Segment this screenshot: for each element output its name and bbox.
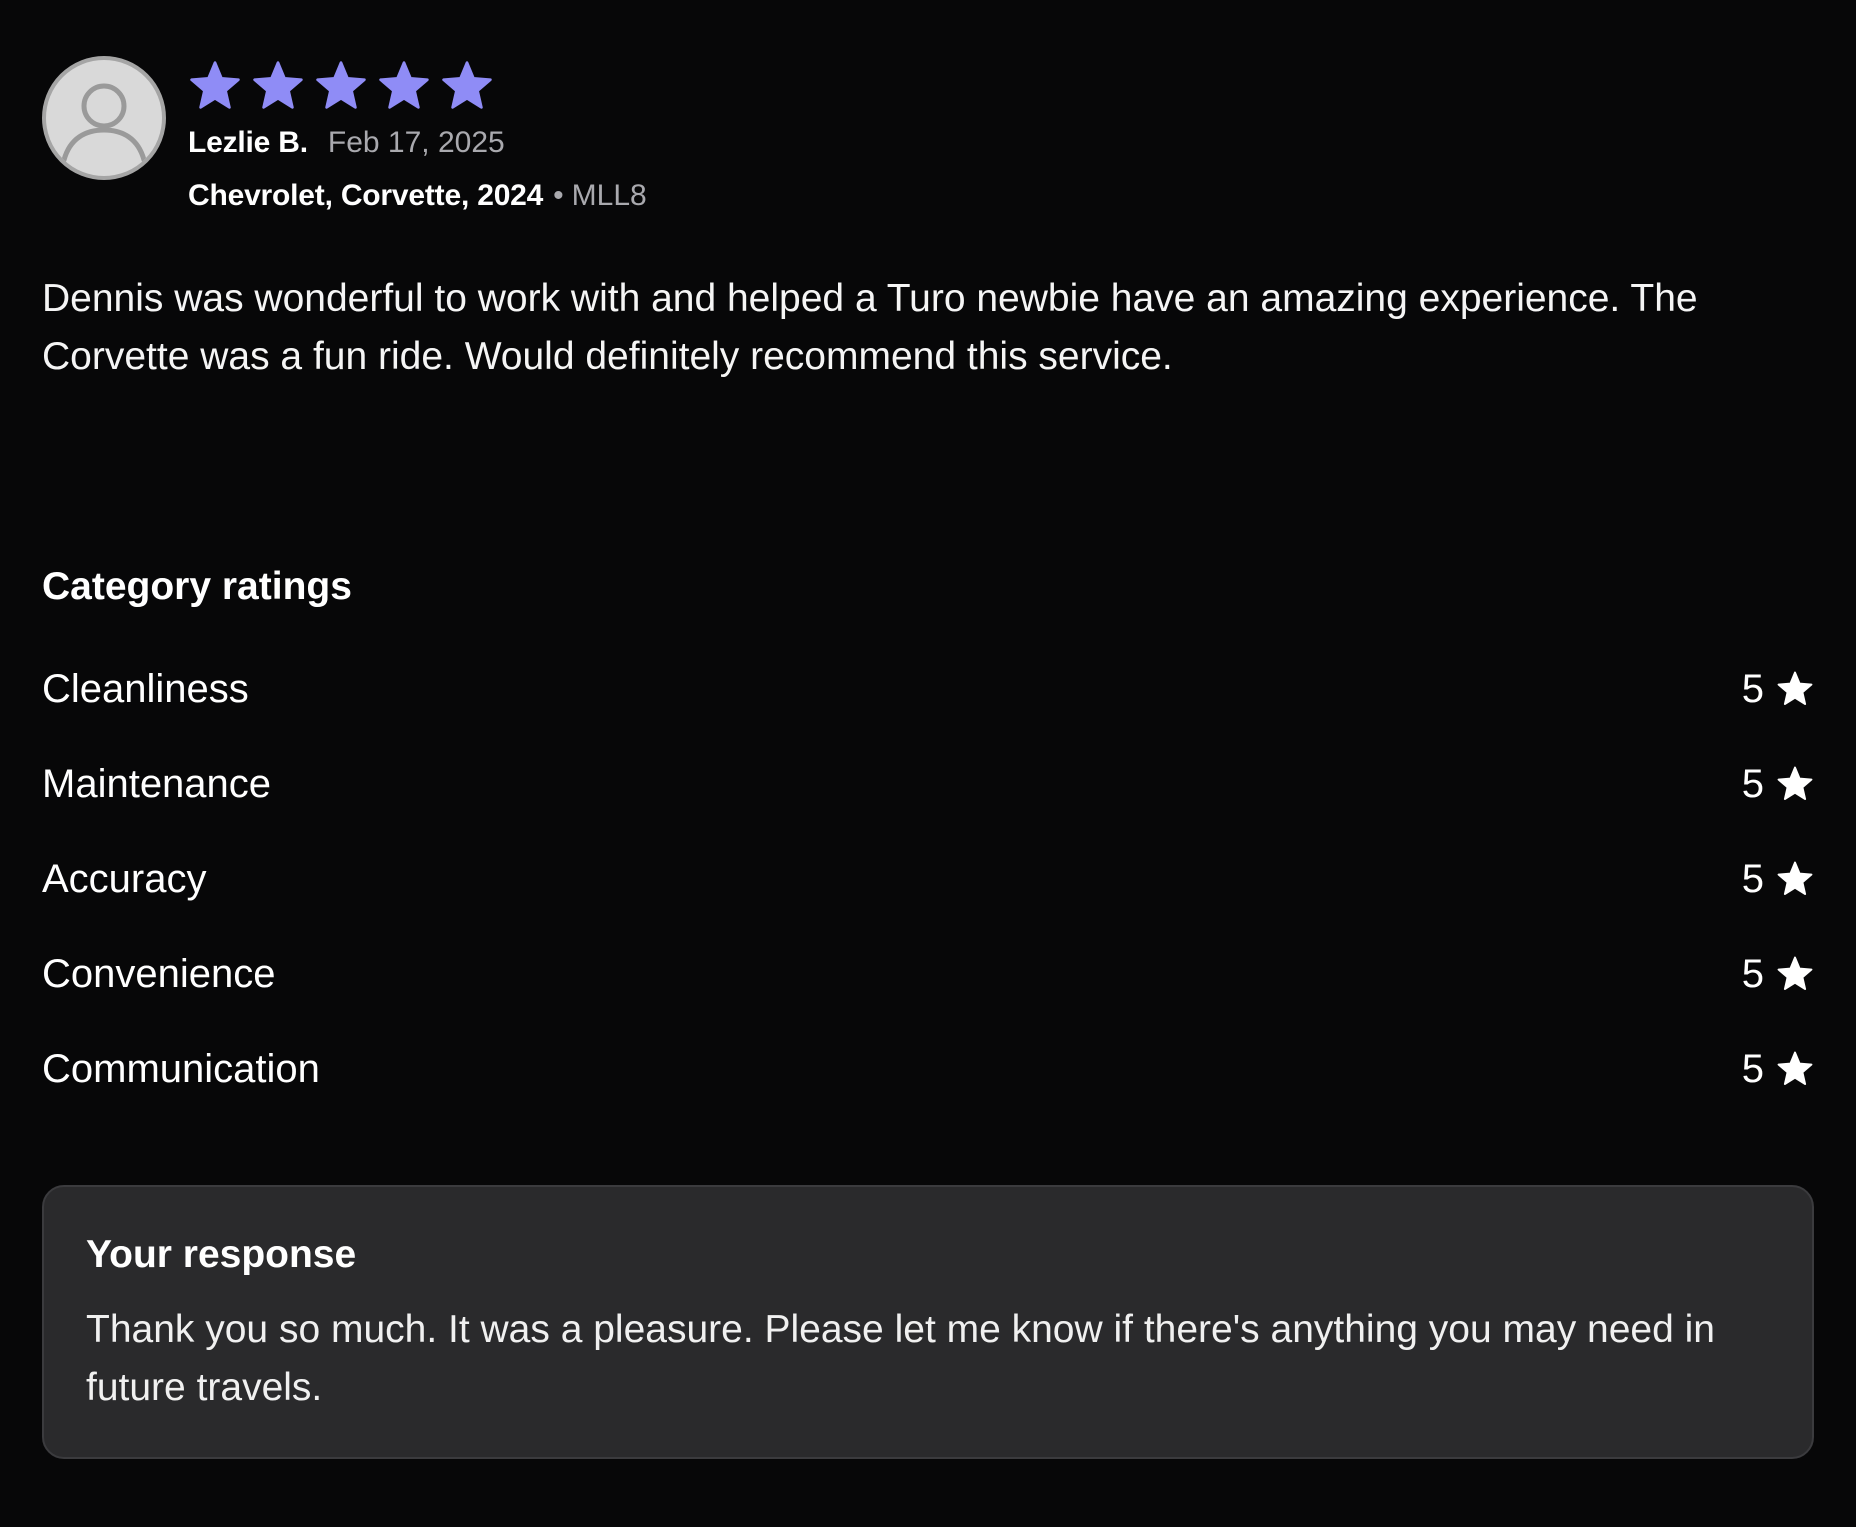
category-ratings-list: Cleanliness 5 Maintenance 5 Accuracy 5 Conveni… [42,662,1814,1137]
star-icon [190,61,240,109]
star-icon [1777,671,1813,705]
category-score-value: 5 [1741,762,1764,806]
category-score: 5 [1742,1042,1814,1096]
category-rating-row: Accuracy 5 [42,852,1814,947]
category-label: Convenience [42,952,276,996]
star-icon [1777,861,1813,895]
category-score: 5 [1742,947,1814,1001]
user-silhouette-icon [61,83,147,163]
review-meta: Lezlie B. Feb 17, 2025 Chevrolet, Corvett… [188,58,647,215]
category-ratings-title: Category ratings [42,565,352,608]
star-icon [1777,766,1813,800]
category-score: 5 [1742,757,1814,811]
category-label: Cleanliness [42,667,249,711]
host-response-card: Your response Thank you so much. It was … [42,1185,1814,1459]
category-score: 5 [1742,662,1814,716]
avatar [42,56,166,180]
category-score: 5 [1742,852,1814,906]
star-icon [253,61,303,109]
vehicle-line: Chevrolet, Corvette, 2024 • MLL8 [188,177,647,215]
category-score-value: 5 [1741,1047,1764,1091]
category-rating-row: Convenience 5 [42,947,1814,1042]
review-date: Feb 17, 2025 [327,126,505,159]
category-score-value: 5 [1741,667,1764,711]
review-header: Lezlie B. Feb 17, 2025 Chevrolet, Corvett… [42,56,647,215]
reviewer-line: Lezlie B. Feb 17, 2025 [188,124,647,162]
category-rating-row: Cleanliness 5 [42,662,1814,757]
category-label: Maintenance [42,762,272,806]
response-text: Thank you so much. It was a pleasure. Pl… [86,1308,1715,1409]
star-icon [316,61,366,109]
star-icon [1777,956,1813,990]
overall-star-rating [188,58,647,114]
response-title: Your response [86,1233,357,1276]
vehicle-name[interactable]: Chevrolet, Corvette, 2024 [188,179,543,212]
category-score-value: 5 [1741,952,1764,996]
separator-dot: • [553,179,564,212]
star-icon [442,61,492,109]
category-label: Accuracy [42,857,207,901]
category-score-value: 5 [1741,857,1764,901]
reviewer-name[interactable]: Lezlie B. [188,126,308,159]
star-icon [1777,1051,1813,1085]
category-rating-row: Maintenance 5 [42,757,1814,852]
license-plate: MLL8 [571,179,647,212]
review-page: Lezlie B. Feb 17, 2025 Chevrolet, Corvett… [0,0,1856,1527]
category-rating-row: Communication 5 [42,1042,1814,1137]
review-text: Dennis was wonderful to work with and he… [42,277,1698,378]
category-label: Communication [42,1047,320,1091]
star-icon [379,61,429,109]
